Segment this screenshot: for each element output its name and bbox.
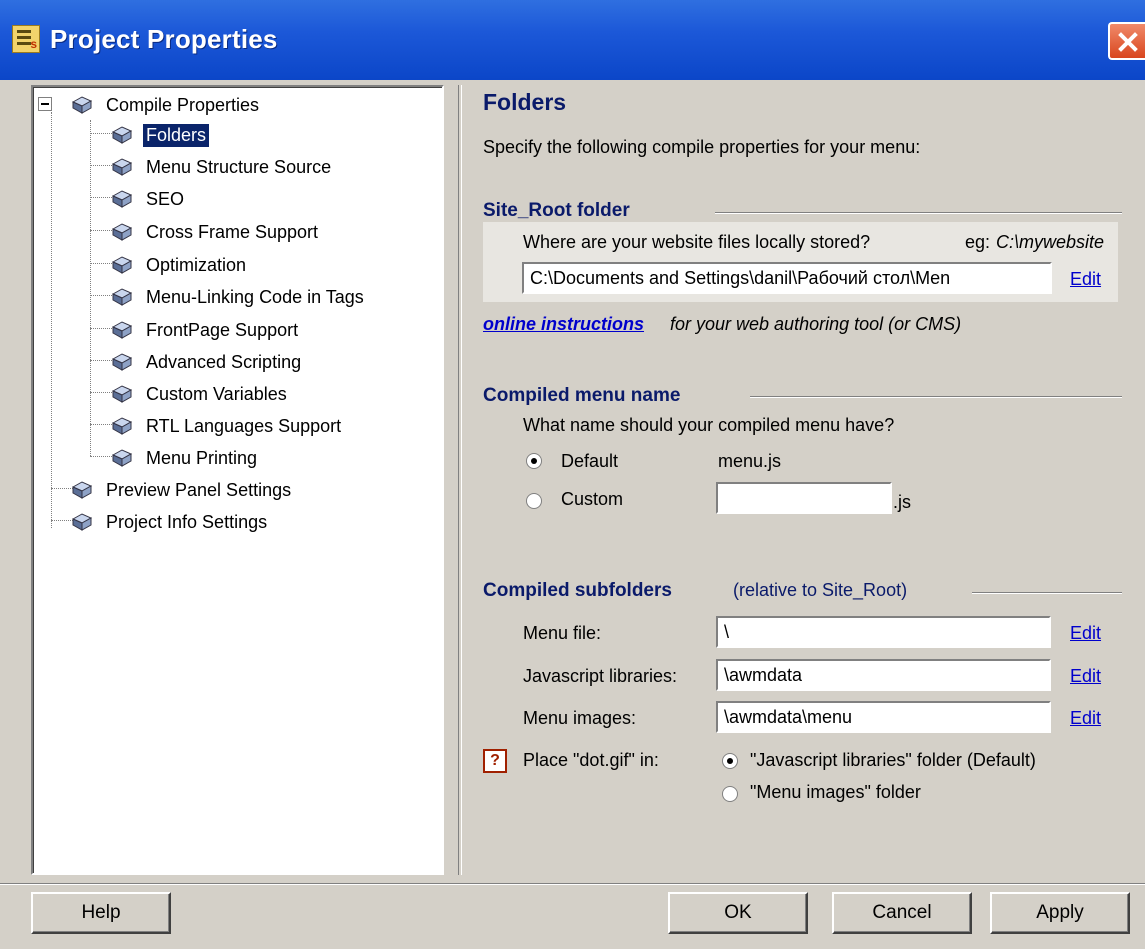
menu-file-label: Menu file: [523, 623, 602, 643]
section-rule [715, 212, 1122, 214]
dotgif-menu-images-label: "Menu images" folder [750, 782, 921, 802]
tree-item-cross-frame-support[interactable]: Cross Frame Support [111, 218, 321, 246]
section-rule [972, 592, 1122, 594]
default-name-radio[interactable] [526, 453, 542, 469]
tree-item-preview-panel-settings[interactable]: Preview Panel Settings [71, 476, 294, 504]
help-question-icon[interactable]: ? [483, 749, 507, 773]
site-root-example: C:\mywebsite [996, 232, 1105, 252]
cube-icon [111, 190, 133, 208]
cancel-button[interactable]: Cancel [832, 892, 972, 934]
compiled-name-question: What name should your compiled menu have… [523, 415, 895, 435]
js-libs-field[interactable]: \awmdata [716, 659, 1051, 691]
help-button[interactable]: Help [31, 892, 171, 934]
tree-item-project-info-settings[interactable]: Project Info Settings [71, 508, 270, 536]
cube-icon [111, 353, 133, 371]
close-icon[interactable] [1108, 22, 1145, 60]
footer-separator [0, 883, 1145, 885]
menu-images-field[interactable]: \awmdata\menu [716, 701, 1051, 733]
dotgif-menu-images-radio[interactable] [722, 786, 738, 802]
cube-icon [111, 321, 133, 339]
cube-icon [71, 513, 93, 531]
panel-divider [458, 85, 462, 875]
menu-images-edit-link[interactable]: Edit [1070, 708, 1101, 729]
collapse-toggle-icon[interactable] [38, 97, 52, 111]
cube-icon [111, 449, 133, 467]
cube-icon [111, 158, 133, 176]
custom-name-suffix: .js [893, 492, 911, 512]
menu-file-field[interactable]: \ [716, 616, 1051, 648]
tree-item-menu-linking-code[interactable]: Menu-Linking Code in Tags [111, 283, 367, 311]
compiled-name-heading: Compiled menu name [483, 385, 681, 406]
section-rule [750, 396, 1122, 398]
tree-item-compile-properties[interactable]: Compile Properties [71, 91, 262, 119]
tree-item-custom-variables[interactable]: Custom Variables [111, 380, 290, 408]
cube-icon [111, 256, 133, 274]
app-icon: s [12, 25, 40, 53]
js-libs-label: Javascript libraries: [523, 666, 678, 686]
panel-intro: Specify the following compile properties… [483, 137, 921, 157]
custom-name-label: Custom [561, 489, 624, 509]
project-properties-window: s Project Properties Compile Properties [0, 0, 1145, 949]
tree-item-menu-printing[interactable]: Menu Printing [111, 444, 260, 472]
apply-button[interactable]: Apply [990, 892, 1130, 934]
cube-icon [111, 223, 133, 241]
title-bar[interactable]: s Project Properties [0, 0, 1145, 80]
menu-images-label: Menu images: [523, 708, 637, 728]
custom-name-field[interactable] [716, 482, 892, 514]
subfolders-heading: Compiled subfolders [483, 580, 672, 601]
js-libs-edit-link[interactable]: Edit [1070, 666, 1101, 687]
online-instructions-suffix: for your web authoring tool (or CMS) [670, 314, 962, 334]
site-root-path-field[interactable]: C:\Documents and Settings\danil\Рабочий … [522, 262, 1052, 294]
cube-icon [111, 385, 133, 403]
cube-icon [111, 288, 133, 306]
cube-icon [111, 126, 133, 144]
site-root-example-prefix: eg: [965, 232, 991, 252]
online-instructions-link[interactable]: online instructions [483, 314, 644, 335]
tree-item-rtl-languages[interactable]: RTL Languages Support [111, 412, 344, 440]
tree-item-advanced-scripting[interactable]: Advanced Scripting [111, 348, 304, 376]
site-root-heading: Site_Root folder [483, 200, 630, 221]
cube-icon [71, 96, 93, 114]
default-name-label: Default [561, 451, 619, 471]
tree-item-optimization[interactable]: Optimization [111, 251, 249, 279]
cube-icon [71, 481, 93, 499]
dotgif-js-libs-radio[interactable] [722, 753, 738, 769]
tree-item-menu-structure-source[interactable]: Menu Structure Source [111, 153, 334, 181]
dotgif-js-libs-label: "Javascript libraries" folder (Default) [750, 750, 1036, 770]
menu-file-edit-link[interactable]: Edit [1070, 623, 1101, 644]
settings-tree[interactable]: Compile Properties Folders Menu Structur… [31, 85, 444, 875]
cube-icon [111, 417, 133, 435]
site-root-question: Where are your website files locally sto… [523, 232, 871, 252]
tree-item-frontpage-support[interactable]: FrontPage Support [111, 316, 301, 344]
subfolders-note: (relative to Site_Root) [733, 580, 908, 600]
tree-item-folders[interactable]: Folders [111, 121, 210, 149]
custom-name-radio[interactable] [526, 493, 542, 509]
ok-button[interactable]: OK [668, 892, 808, 934]
site-root-edit-link[interactable]: Edit [1070, 269, 1101, 290]
tree-item-seo[interactable]: SEO [111, 185, 187, 213]
dotgif-label: Place "dot.gif" in: [523, 750, 659, 770]
panel-title: Folders [483, 89, 567, 115]
window-title: Project Properties [50, 24, 278, 54]
default-name-value: menu.js [718, 451, 782, 471]
